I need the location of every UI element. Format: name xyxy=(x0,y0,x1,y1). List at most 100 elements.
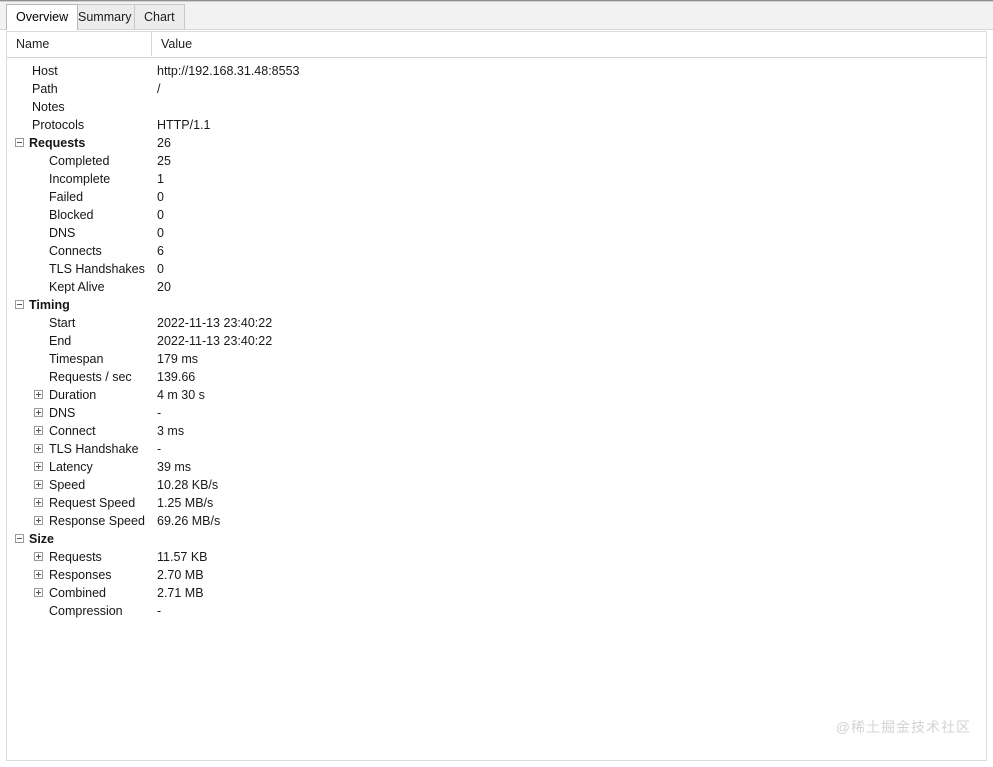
tree-row-name: Host xyxy=(32,64,58,78)
tree-row-value: 4 m 30 s xyxy=(157,388,205,402)
tree-row-name: Requests / sec xyxy=(49,370,132,384)
expand-plus-icon[interactable] xyxy=(34,570,43,579)
column-header-value[interactable]: Value xyxy=(152,32,986,56)
tab-chart[interactable]: Chart xyxy=(134,4,185,29)
tree-row-name: Request Speed xyxy=(49,496,136,510)
collapse-minus-icon[interactable] xyxy=(15,300,24,309)
tab-overview[interactable]: Overview xyxy=(6,4,79,30)
tree-row-name: Timespan xyxy=(49,352,104,366)
tree-row[interactable]: Notes xyxy=(7,98,986,116)
tree-row-value: 1.25 MB/s xyxy=(157,496,214,510)
tree-row-value: / xyxy=(157,82,161,96)
expand-plus-icon[interactable] xyxy=(34,390,43,399)
expand-plus-icon[interactable] xyxy=(34,444,43,453)
tree-row-name: Timing xyxy=(29,298,70,312)
tree-row[interactable]: Request Speed 1.25 MB/s xyxy=(7,494,986,512)
tree-row[interactable]: Timespan 179 ms xyxy=(7,350,986,368)
tree-row[interactable]: Responses 2.70 MB xyxy=(7,566,986,584)
tree-row-name: Path xyxy=(32,82,58,96)
tree-row-name: Failed xyxy=(49,190,84,204)
tree-row-value: 0 xyxy=(157,208,164,222)
tree-row-value: 2.70 MB xyxy=(157,568,204,582)
tree-row-name: Connects xyxy=(49,244,102,258)
tree-row-value: 2.71 MB xyxy=(157,586,204,600)
tree-row[interactable]: Timing xyxy=(7,296,986,314)
collapse-minus-icon[interactable] xyxy=(15,138,24,147)
tree-row-name: Start xyxy=(49,316,76,330)
tree-row[interactable]: Duration 4 m 30 s xyxy=(7,386,986,404)
tree-row[interactable]: Incomplete 1 xyxy=(7,170,986,188)
expand-plus-icon[interactable] xyxy=(34,516,43,525)
tree-row-name: TLS Handshakes xyxy=(49,262,145,276)
tree-row[interactable]: TLS Handshake - xyxy=(7,440,986,458)
tree-row-name: Kept Alive xyxy=(49,280,105,294)
tree-row[interactable]: Failed 0 xyxy=(7,188,986,206)
expand-plus-icon[interactable] xyxy=(34,408,43,417)
tree-row-name: Compression xyxy=(49,604,123,618)
tree-row-value: 0 xyxy=(157,190,164,204)
tree-row[interactable]: DNS 0 xyxy=(7,224,986,242)
tree-row[interactable]: Requests 26 xyxy=(7,134,986,152)
tree-row-value: HTTP/1.1 xyxy=(157,118,211,132)
tree-row[interactable]: Completed 25 xyxy=(7,152,986,170)
tab-summary[interactable]: Summary xyxy=(68,4,142,29)
tree-row-value: 3 ms xyxy=(157,424,185,438)
tree-row[interactable]: TLS Handshakes 0 xyxy=(7,260,986,278)
tree-row[interactable]: Size xyxy=(7,530,986,548)
tree-row[interactable]: End 2022-11-13 23:40:22 xyxy=(7,332,986,350)
tree-row-value: - xyxy=(157,406,162,420)
tree-row-name: Connect xyxy=(49,424,96,438)
column-header-name[interactable]: Name xyxy=(7,32,152,56)
tree-row-value: 6 xyxy=(157,244,164,258)
tree-row-value: 0 xyxy=(157,262,164,276)
tree-row-value: http://192.168.31.48:8553 xyxy=(157,64,300,78)
tree-row-name: Protocols xyxy=(32,118,85,132)
tree-row[interactable]: Latency 39 ms xyxy=(7,458,986,476)
tree-row[interactable]: Combined 2.71 MB xyxy=(7,584,986,602)
tree-row[interactable]: Blocked 0 xyxy=(7,206,986,224)
tree-row[interactable]: Requests 11.57 KB xyxy=(7,548,986,566)
tree-row-value: 2022-11-13 23:40:22 xyxy=(157,334,273,348)
tree-row-name: DNS xyxy=(49,406,76,420)
expand-plus-icon[interactable] xyxy=(34,462,43,471)
tree-row-value: 11.57 KB xyxy=(157,550,208,564)
expand-plus-icon[interactable] xyxy=(34,426,43,435)
collapse-minus-icon[interactable] xyxy=(15,534,24,543)
tree-row[interactable]: Speed 10.28 KB/s xyxy=(7,476,986,494)
tree-row[interactable]: Start 2022-11-13 23:40:22 xyxy=(7,314,986,332)
tree-row-name: TLS Handshake xyxy=(49,442,139,456)
tree-row[interactable]: Path / xyxy=(7,80,986,98)
tree-row-value: 2022-11-13 23:40:22 xyxy=(157,316,273,330)
tree-row-name: Responses xyxy=(49,568,112,582)
tree-row[interactable]: Protocols HTTP/1.1 xyxy=(7,116,986,134)
tree-row-value: 1 xyxy=(157,172,164,186)
expand-plus-icon[interactable] xyxy=(34,588,43,597)
tree-row-name: Response Speed xyxy=(49,514,145,528)
tree-row-value: 179 ms xyxy=(157,352,198,366)
expand-plus-icon[interactable] xyxy=(34,480,43,489)
expand-plus-icon[interactable] xyxy=(34,552,43,561)
tree-row-value: 139.66 xyxy=(157,370,196,384)
expand-plus-icon[interactable] xyxy=(34,498,43,507)
tree-row[interactable]: Kept Alive 20 xyxy=(7,278,986,296)
tree-row-name: Blocked xyxy=(49,208,94,222)
tree-row-name: Speed xyxy=(49,478,86,492)
tree-row[interactable]: DNS - xyxy=(7,404,986,422)
tree-row-value: 20 xyxy=(157,280,171,294)
tree-row[interactable]: Connect 3 ms xyxy=(7,422,986,440)
tree-row[interactable]: Response Speed 69.26 MB/s xyxy=(7,512,986,530)
tree-row-value: - xyxy=(157,604,162,618)
tree-row[interactable]: Host http://192.168.31.48:8553 xyxy=(7,62,986,80)
tree-row-value: 25 xyxy=(157,154,171,168)
tree-row[interactable]: Compression - xyxy=(7,602,986,620)
tree-row[interactable]: Connects 6 xyxy=(7,242,986,260)
tree-row-name: Requests xyxy=(49,550,102,564)
tree-row[interactable]: Requests / sec 139.66 xyxy=(7,368,986,386)
tree-row-value: 0 xyxy=(157,226,164,240)
tree-row-name: End xyxy=(49,334,72,348)
tree-row-value: 10.28 KB/s xyxy=(157,478,219,492)
tree-row-value: 69.26 MB/s xyxy=(157,514,221,528)
tree-row-name: Requests xyxy=(29,136,86,150)
tree-row-name: Completed xyxy=(49,154,110,168)
tab-strip-underline xyxy=(0,29,993,30)
